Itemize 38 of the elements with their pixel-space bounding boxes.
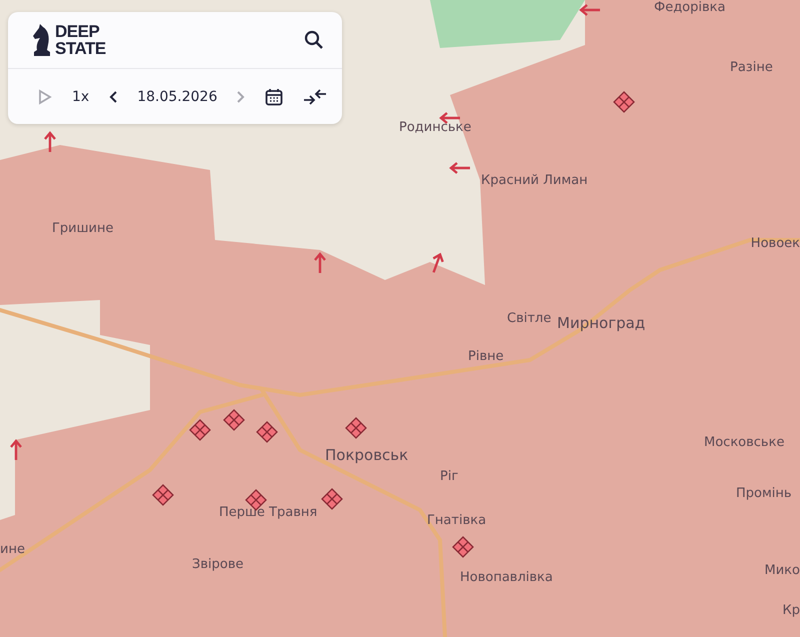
place-label: Гришине: [52, 221, 114, 237]
place-label: Покровськ: [325, 446, 408, 464]
diamond-marker-icon: [152, 484, 174, 506]
arrow-up-icon: [314, 252, 326, 274]
date-text: 18.05.2026: [137, 88, 218, 104]
place-label: Кр: [782, 603, 800, 619]
place-label: Федорівка: [654, 0, 726, 16]
place-label: Новопавлівка: [460, 570, 553, 586]
place-label: Мирноград: [557, 314, 646, 332]
place-label: Новоек: [750, 236, 800, 252]
knight-icon: [31, 23, 51, 57]
diamond-marker-icon: [452, 536, 474, 558]
speed-button[interactable]: 1x: [70, 86, 92, 106]
place-label: Рівне: [468, 349, 504, 365]
diamond-marker-icon: [345, 417, 367, 439]
arrow-left-icon: [579, 4, 601, 16]
arrow-up-icon: [10, 439, 22, 461]
arrow-left-icon: [449, 162, 471, 174]
place-label: Мико: [764, 563, 800, 579]
diamond-marker-icon: [256, 421, 278, 443]
diamond-marker-icon: [189, 419, 211, 441]
place-label: Красний Лиман: [481, 173, 588, 189]
place-label: Світле: [507, 311, 552, 327]
place-label: Гнатівка: [427, 513, 486, 529]
diamond-marker-icon: [321, 488, 343, 510]
place-label: Московське: [704, 435, 784, 451]
diamond-marker-icon: [613, 91, 635, 113]
place-label: Родинське: [399, 120, 472, 136]
place-label: Ріг: [440, 469, 458, 485]
place-label: Звірове: [192, 557, 244, 573]
place-label: Разіне: [730, 60, 773, 76]
logo-text: DEEP: [55, 23, 100, 40]
place-label: Промінь: [736, 486, 792, 502]
place-label: Перше Травня: [219, 505, 318, 521]
logo-text: STATE: [55, 40, 106, 57]
diamond-marker-icon: [223, 409, 245, 431]
place-label: ине: [0, 542, 25, 558]
arrow-up-icon: [44, 131, 56, 153]
